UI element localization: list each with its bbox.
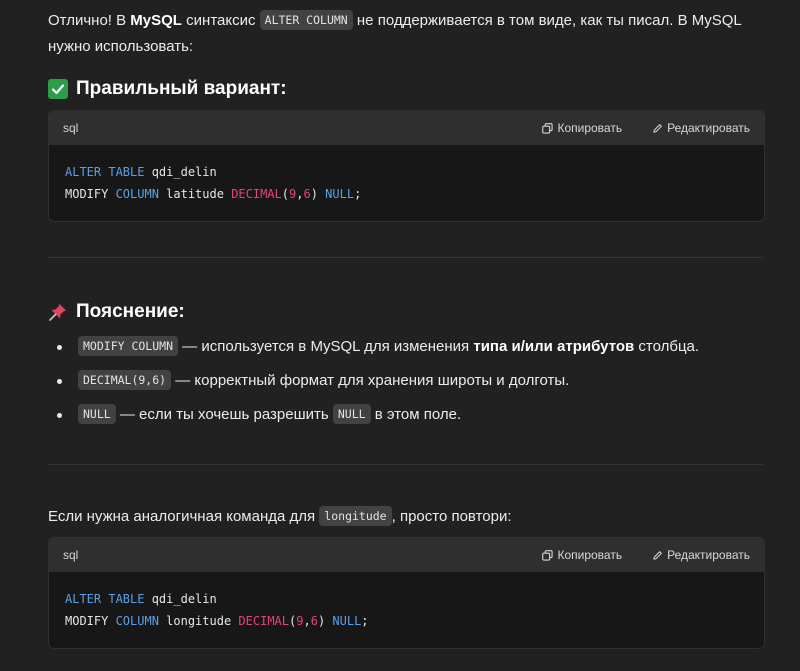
code-block-header: sql Копировать Редактировать — [49, 111, 764, 145]
copy-icon — [542, 122, 554, 134]
copy-label: Копировать — [557, 548, 623, 562]
intro-text: Отлично! В — [48, 12, 131, 29]
bullet-dot — [57, 413, 62, 418]
check-mark-icon — [48, 79, 68, 99]
list-item: MODIFY COLUMN — используется в MySQL для… — [48, 334, 699, 368]
heading-explanation: Пояснение: — [48, 301, 185, 323]
explanation-list: MODIFY COLUMN — используется в MySQL для… — [48, 334, 699, 436]
intro-paragraph: Отлично! В MySQL синтаксис ALTER COLUMN … — [48, 8, 748, 60]
copy-button[interactable]: Копировать — [542, 548, 622, 562]
code-block: sql Копировать Редактировать ALTER TABLE… — [48, 537, 765, 649]
bullet-dot — [57, 345, 62, 350]
inline-code: longitude — [319, 506, 392, 526]
intro-bold: MySQL — [130, 12, 182, 29]
code-language-label: sql — [63, 121, 79, 135]
section-divider — [48, 464, 763, 465]
copy-icon — [542, 549, 554, 561]
code-block: sql Копировать Редактировать ALTER TABLE… — [48, 110, 765, 222]
code-block-header: sql Копировать Редактировать — [49, 538, 764, 572]
heading-text: Пояснение: — [76, 301, 185, 322]
section-divider — [48, 257, 763, 258]
heading-correct-variant: Правильный вариант: — [48, 78, 287, 100]
pushpin-icon — [49, 304, 66, 321]
code-language-label: sql — [63, 548, 79, 562]
edit-button[interactable]: Редактировать — [652, 121, 750, 135]
intro-text: нужно использовать: — [48, 38, 194, 55]
code-content: ALTER TABLE qdi_delin MODIFY COLUMN long… — [65, 592, 369, 628]
pencil-icon — [653, 123, 662, 133]
intro-text: синтаксис — [181, 12, 260, 29]
edit-button[interactable]: Редактировать — [652, 548, 750, 562]
code-content: ALTER TABLE qdi_delin MODIFY COLUMN lati… — [65, 165, 362, 201]
copy-button[interactable]: Копировать — [542, 121, 622, 135]
longitude-paragraph: Если нужна аналогичная команда для longi… — [48, 506, 512, 526]
list-item: DECIMAL(9,6) — корректный формат для хра… — [48, 368, 699, 402]
list-item: NULL — если ты хочешь разрешить NULL в э… — [48, 402, 699, 436]
edit-label: Редактировать — [667, 548, 750, 562]
copy-label: Копировать — [557, 121, 623, 135]
pencil-icon — [653, 550, 662, 560]
heading-text: Правильный вариант: — [76, 78, 287, 99]
intro-text: не поддерживается в том виде, как ты пис… — [352, 12, 742, 29]
bullet-dot — [57, 379, 62, 384]
edit-label: Редактировать — [667, 121, 750, 135]
inline-code: ALTER COLUMN — [259, 10, 353, 30]
